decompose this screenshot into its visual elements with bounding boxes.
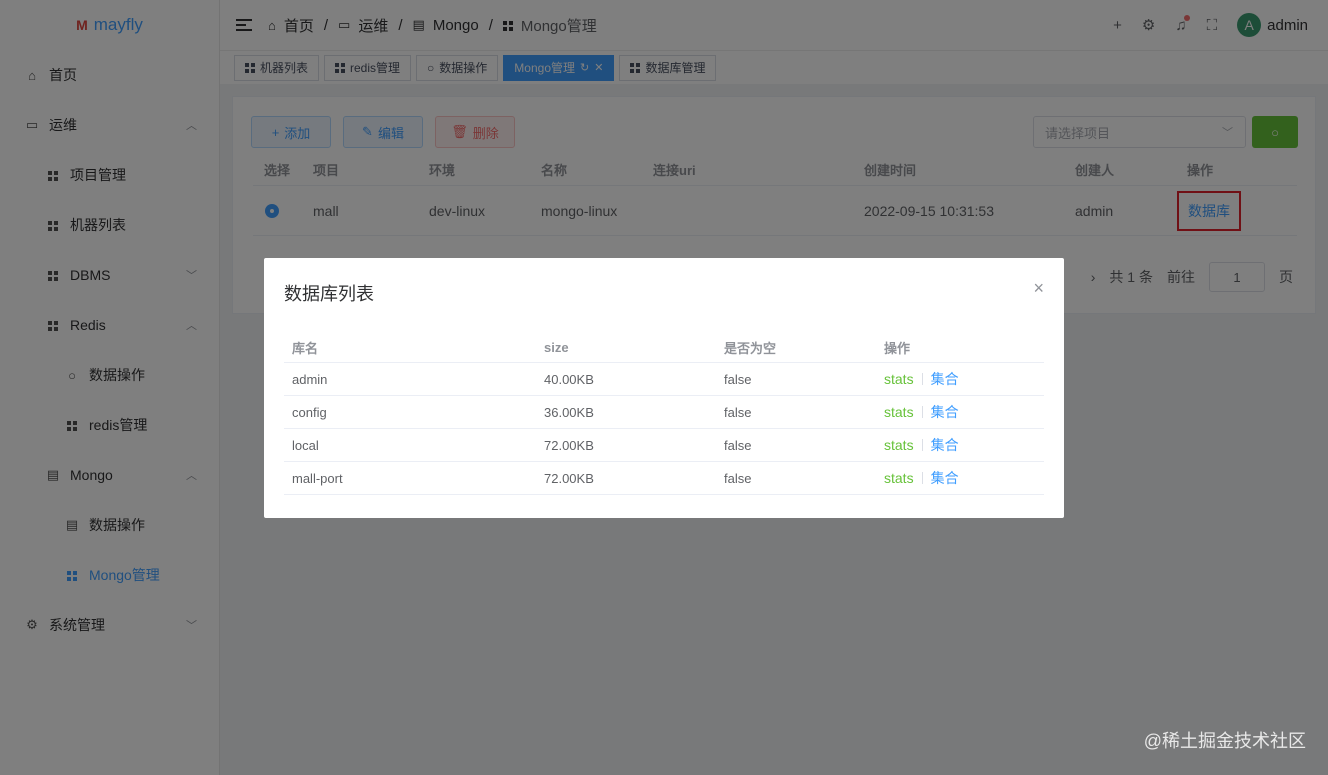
cell-empty: false — [724, 371, 752, 387]
stats-link[interactable]: stats — [884, 371, 914, 387]
column-header: 操作 — [884, 340, 911, 356]
table-row: local 72.00KB false stats 集合 — [284, 429, 1044, 462]
column-header: size — [544, 339, 569, 355]
divider — [921, 472, 923, 484]
stats-link[interactable]: stats — [884, 404, 914, 420]
table-row: config 36.00KB false stats 集合 — [284, 396, 1044, 429]
divider — [921, 439, 923, 451]
cell-db-name: config — [292, 404, 327, 420]
cell-size: 72.00KB — [544, 470, 594, 486]
database-list-dialog: 数据库列表 × 库名 size 是否为空 操作 admin 40.00KB fa… — [264, 258, 1064, 518]
cell-db-name: admin — [292, 371, 328, 387]
cell-db-name: mall-port — [292, 470, 343, 486]
cell-size: 36.00KB — [544, 404, 594, 420]
cell-empty: false — [724, 437, 752, 453]
divider — [921, 406, 923, 418]
table-row: mall-port 72.00KB false stats 集合 — [284, 462, 1044, 495]
cell-size: 72.00KB — [544, 437, 594, 453]
collections-link[interactable]: 集合 — [931, 402, 959, 422]
close-icon[interactable]: × — [1033, 278, 1044, 299]
collections-link[interactable]: 集合 — [931, 468, 959, 488]
divider — [921, 373, 923, 385]
collections-link[interactable]: 集合 — [931, 435, 959, 455]
cell-empty: false — [724, 470, 752, 486]
collections-link[interactable]: 集合 — [931, 369, 959, 389]
database-table: 库名 size 是否为空 操作 admin 40.00KB false stat… — [284, 332, 1044, 495]
table-row: admin 40.00KB false stats 集合 — [284, 363, 1044, 396]
column-header: 是否为空 — [724, 340, 777, 356]
stats-link[interactable]: stats — [884, 437, 914, 453]
stats-link[interactable]: stats — [884, 470, 914, 486]
column-header: 库名 — [292, 340, 319, 356]
watermark: @稀土掘金技术社区 — [1143, 731, 1306, 751]
cell-db-name: local — [292, 437, 319, 453]
cell-size: 40.00KB — [544, 371, 594, 387]
dialog-title: 数据库列表 — [284, 284, 374, 304]
table-header: 库名 size 是否为空 操作 — [284, 332, 1044, 363]
cell-empty: false — [724, 404, 752, 420]
